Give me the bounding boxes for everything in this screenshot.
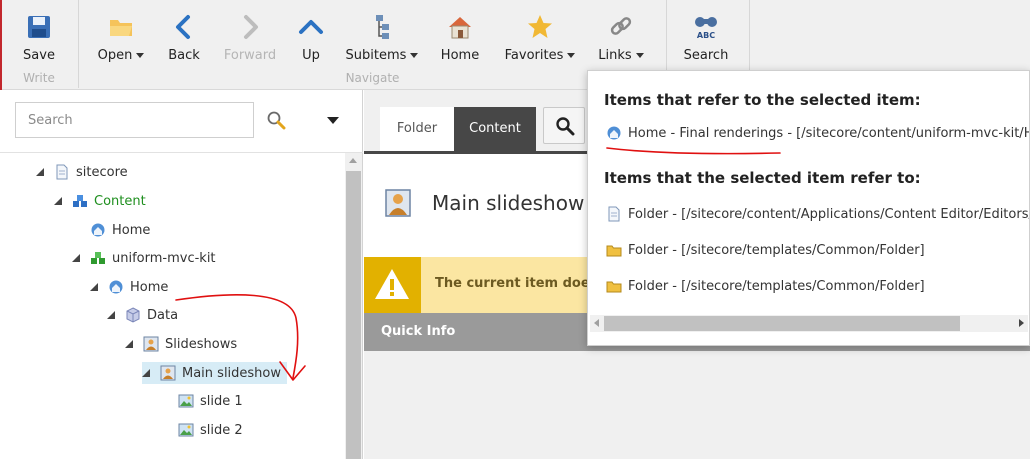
expand-arrow-icon[interactable] <box>90 283 98 291</box>
back-label: Back <box>168 48 200 63</box>
favorites-label: Favorites <box>504 48 564 63</box>
home-globe-icon <box>607 126 621 140</box>
slideshow-icon <box>143 336 159 352</box>
search-label: Search <box>683 48 729 63</box>
links-popup: Items that refer to the selected item: H… <box>587 70 1030 346</box>
tree-scrollbar[interactable] <box>345 153 362 459</box>
home-icon <box>449 17 471 39</box>
chevron-right-icon <box>244 15 258 39</box>
chevron-down-icon <box>567 53 576 58</box>
content-cubes-icon <box>73 195 87 207</box>
folder-icon <box>606 281 622 293</box>
tree-node-home[interactable]: Home <box>90 276 168 298</box>
tree-node-data[interactable]: Data <box>107 304 178 326</box>
expand-arrow-icon[interactable] <box>36 168 44 176</box>
tab-folder[interactable]: Folder <box>380 107 454 151</box>
expand-arrow-icon[interactable] <box>125 340 133 348</box>
tree-node-content[interactable]: Content <box>54 190 146 212</box>
chain-link-icon <box>610 17 632 35</box>
favorites-button[interactable]: Favorites <box>503 14 577 68</box>
tree-node-slide-1[interactable]: slide 1 <box>178 390 243 412</box>
search-input[interactable] <box>15 102 254 138</box>
editor-empty-area <box>364 351 1030 459</box>
scroll-right-arrow-icon[interactable] <box>1019 319 1024 327</box>
chevron-down-icon <box>410 53 419 58</box>
home-globe-icon <box>109 280 123 294</box>
forward-label: Forward <box>223 48 277 63</box>
scroll-up-arrow-icon[interactable] <box>349 158 357 163</box>
chevron-left-icon <box>176 15 190 39</box>
chevron-up-icon <box>299 20 323 34</box>
tree-node-main-slideshow[interactable]: Main slideshow <box>142 362 288 384</box>
open-folder-icon <box>110 20 132 36</box>
warning-icon <box>375 269 409 299</box>
scroll-left-arrow-icon[interactable] <box>594 319 599 327</box>
forward-button[interactable]: Forward <box>223 14 277 68</box>
reference-link[interactable]: Folder - [/sitecore/templates/Common/Fol… <box>606 240 925 260</box>
document-icon <box>56 164 68 180</box>
save-button[interactable]: Save <box>18 14 60 68</box>
editor-search-button[interactable] <box>543 107 585 144</box>
star-icon <box>528 15 552 38</box>
expand-arrow-icon[interactable] <box>72 254 80 262</box>
abc-text: ABC <box>697 31 715 40</box>
subitems-tree-icon <box>376 15 389 39</box>
navigate-group-label: Navigate <box>345 71 400 85</box>
reference-link[interactable]: Folder - [/sitecore/content/Applications… <box>606 204 1029 224</box>
popup-horizontal-scrollbar[interactable] <box>590 315 1028 332</box>
referrers-heading: Items that refer to the selected item: <box>604 91 921 109</box>
reference-link[interactable]: Folder - [/sitecore/templates/Common/Fol… <box>606 276 925 296</box>
subitems-button[interactable]: Subitems <box>344 14 420 68</box>
binoculars-icon: ABC <box>695 17 717 40</box>
scroll-thumb[interactable] <box>604 316 960 331</box>
slideshow-icon <box>160 365 176 381</box>
up-button[interactable]: Up <box>296 14 326 68</box>
tree-node-home[interactable]: Home <box>90 219 150 241</box>
up-label: Up <box>302 48 320 63</box>
links-button[interactable]: Links <box>596 14 646 68</box>
folder-icon <box>606 245 622 257</box>
tree-node-slide-2[interactable]: slide 2 <box>178 419 243 441</box>
image-icon <box>178 423 194 437</box>
content-tree: sitecore Content Home uniform-mvc-kit Ho… <box>0 153 345 459</box>
write-group-label: Write <box>23 71 55 85</box>
home-button[interactable]: Home <box>440 14 480 68</box>
open-button[interactable]: Open <box>96 14 146 68</box>
search-icon[interactable] <box>266 110 286 130</box>
home-globe-icon <box>91 223 105 237</box>
subitems-label: Subitems <box>345 48 407 63</box>
search-icon <box>556 117 575 136</box>
home-label: Home <box>440 48 480 63</box>
expand-arrow-icon[interactable] <box>54 197 62 205</box>
tree-node-sitecore[interactable]: sitecore <box>36 161 128 183</box>
tab-content[interactable]: Content <box>454 107 536 151</box>
site-cubes-icon <box>91 252 105 264</box>
expand-arrow-icon[interactable] <box>142 369 150 377</box>
slideshow-icon <box>385 189 411 217</box>
save-icon <box>28 16 50 38</box>
references-heading: Items that the selected item refer to: <box>604 169 921 187</box>
data-cube-icon <box>126 307 140 323</box>
open-label: Open <box>97 48 133 63</box>
document-icon <box>608 206 620 222</box>
expand-arrow-icon[interactable] <box>107 311 115 319</box>
links-label: Links <box>598 48 632 63</box>
chevron-down-icon <box>635 53 644 58</box>
tree-node-uniform-mvc-kit[interactable]: uniform-mvc-kit <box>72 247 216 269</box>
scroll-thumb[interactable] <box>346 171 361 459</box>
content-tree-pane: sitecore Content Home uniform-mvc-kit Ho… <box>0 90 363 459</box>
save-label: Save <box>23 48 55 63</box>
tree-node-slideshows[interactable]: Slideshows <box>125 333 237 355</box>
referrer-link[interactable]: Home - Final renderings - [/sitecore/con… <box>606 123 1029 143</box>
image-icon <box>178 394 194 408</box>
search-options-dropdown[interactable] <box>327 117 339 124</box>
back-button[interactable]: Back <box>166 14 202 68</box>
item-title: Main slideshow <box>432 191 585 215</box>
search-button[interactable]: ABC Search <box>683 14 729 68</box>
quick-info-label: Quick Info <box>381 324 456 339</box>
chevron-down-icon <box>136 53 145 58</box>
